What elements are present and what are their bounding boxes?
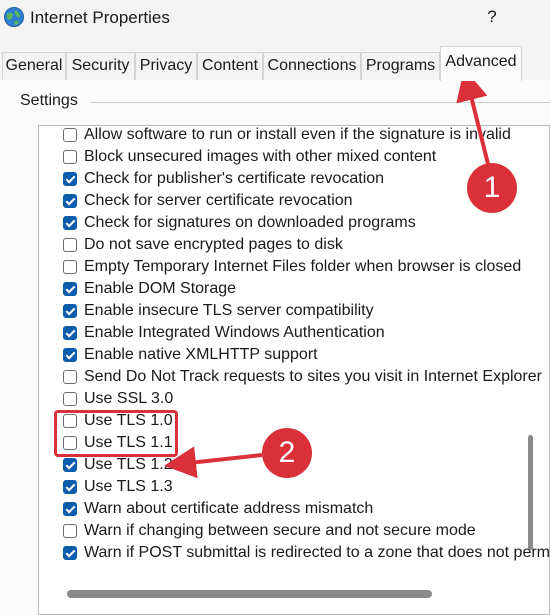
tab-connections[interactable]: Connections <box>263 52 361 80</box>
tab-programs[interactable]: Programs <box>361 52 440 80</box>
annotation-badge-1: 1 <box>467 163 517 213</box>
settings-item[interactable]: Send Do Not Track requests to sites you … <box>63 366 543 388</box>
checkbox[interactable] <box>63 304 77 318</box>
window-title: Internet Properties <box>30 8 170 27</box>
settings-item[interactable]: Enable Integrated Windows Authentication <box>63 322 543 344</box>
settings-item-label: Warn if changing between secure and not … <box>84 522 476 539</box>
settings-item[interactable]: Warn about certificate address mismatch <box>63 498 543 520</box>
settings-item[interactable]: Block unsecured images with other mixed … <box>63 146 543 168</box>
checkbox[interactable] <box>63 370 77 384</box>
settings-item[interactable]: Warn if changing between secure and not … <box>63 520 543 542</box>
checkbox[interactable] <box>63 216 77 230</box>
settings-item-label: Enable insecure TLS server compatibility <box>84 302 374 319</box>
vertical-scrollbar-thumb[interactable] <box>528 435 533 550</box>
checkbox[interactable] <box>63 238 77 252</box>
settings-item-label: Use TLS 1.2 <box>84 456 173 473</box>
settings-item[interactable]: Do not save encrypted pages to disk <box>63 234 543 256</box>
annotation-badge-2: 2 <box>262 428 312 478</box>
settings-item[interactable]: Check for signatures on downloaded progr… <box>63 212 543 234</box>
settings-item-label: Warn if POST submittal is redirected to … <box>84 544 550 561</box>
checkbox[interactable] <box>63 348 77 362</box>
tab-general[interactable]: General <box>2 52 66 80</box>
tab-strip: General Security Privacy Content Connect… <box>0 46 550 81</box>
checkbox[interactable] <box>63 458 77 472</box>
settings-item-label: Enable DOM Storage <box>84 280 237 297</box>
settings-item[interactable]: Use TLS 1.3 <box>63 476 543 498</box>
tls-highlight-box <box>54 410 178 457</box>
advanced-panel: Settings Allow software to run or instal… <box>0 80 550 615</box>
settings-item[interactable]: Empty Temporary Internet Files folder wh… <box>63 256 543 278</box>
settings-item-label: Block unsecured images with other mixed … <box>84 148 437 165</box>
settings-item-label: Allow software to run or install even if… <box>84 126 511 143</box>
tab-privacy[interactable]: Privacy <box>135 52 197 80</box>
checkbox[interactable] <box>63 150 77 164</box>
tab-content[interactable]: Content <box>197 52 263 80</box>
checkbox[interactable] <box>63 392 77 406</box>
settings-item-label: Check for server certificate revocation <box>84 192 353 209</box>
settings-item-label: Do not save encrypted pages to disk <box>84 236 343 253</box>
checkbox[interactable] <box>63 128 77 142</box>
checkbox[interactable] <box>63 326 77 340</box>
settings-item-label: Use TLS 1.3 <box>84 478 173 495</box>
checkbox[interactable] <box>63 502 77 516</box>
title-bar: Internet Properties ? <box>0 0 550 38</box>
settings-item-label: Enable Integrated Windows Authentication <box>84 324 385 341</box>
settings-item[interactable]: Allow software to run or install even if… <box>63 126 543 146</box>
horizontal-scrollbar-thumb[interactable] <box>67 590 432 598</box>
settings-item[interactable]: Enable DOM Storage <box>63 278 543 300</box>
tab-advanced[interactable]: Advanced <box>440 46 522 81</box>
settings-item-label: Send Do Not Track requests to sites you … <box>84 368 542 385</box>
settings-group-label: Settings <box>20 92 82 110</box>
checkbox[interactable] <box>63 194 77 208</box>
group-divider <box>90 102 550 103</box>
settings-item[interactable]: Enable native XMLHTTP support <box>63 344 543 366</box>
settings-item-label: Enable native XMLHTTP support <box>84 346 318 363</box>
settings-item-label: Check for signatures on downloaded progr… <box>84 214 416 231</box>
checkbox[interactable] <box>63 260 77 274</box>
settings-item-label: Check for publisher's certificate revoca… <box>84 170 385 187</box>
settings-item-label: Warn about certificate address mismatch <box>84 500 374 517</box>
help-button[interactable]: ? <box>485 7 499 27</box>
internet-globe-icon <box>4 7 24 27</box>
settings-item-label: Empty Temporary Internet Files folder wh… <box>84 258 522 275</box>
checkbox[interactable] <box>63 172 77 186</box>
settings-item[interactable]: Enable insecure TLS server compatibility <box>63 300 543 322</box>
checkbox[interactable] <box>63 524 77 538</box>
settings-item[interactable]: Use SSL 3.0 <box>63 388 543 410</box>
settings-item-label: Use SSL 3.0 <box>84 390 174 407</box>
checkbox[interactable] <box>63 546 77 560</box>
settings-item[interactable]: Warn if POST submittal is redirected to … <box>63 542 549 564</box>
checkbox[interactable] <box>63 480 77 494</box>
checkbox[interactable] <box>63 282 77 296</box>
tab-security[interactable]: Security <box>66 52 135 80</box>
